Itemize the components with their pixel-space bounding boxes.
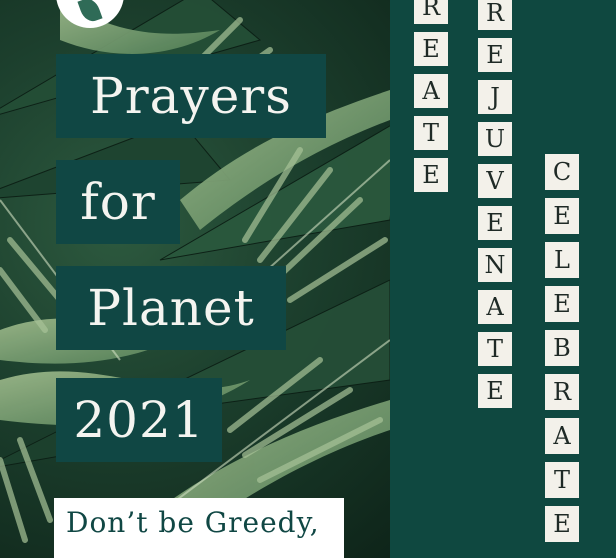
letter-tile: E xyxy=(478,374,512,408)
leaf-icon xyxy=(77,0,103,25)
title-line-prayers: Prayers xyxy=(56,54,326,138)
letter-tile: N xyxy=(478,248,512,282)
column-celebrate: C E L E B R A T E xyxy=(545,154,579,550)
letter-tile: T xyxy=(545,462,579,498)
column-create: R E A T E xyxy=(414,0,448,200)
letter-tile: E xyxy=(478,206,512,240)
letter-tile: E xyxy=(478,38,512,72)
title-line-for: for xyxy=(56,160,180,244)
tagline-next-line-strip xyxy=(54,548,234,552)
letter-tile: L xyxy=(545,242,579,278)
title-line-year: 2021 xyxy=(56,378,222,462)
letter-tile: U xyxy=(478,122,512,156)
letter-tile: A xyxy=(414,74,448,108)
letter-tile: T xyxy=(414,116,448,150)
letter-tile: E xyxy=(545,286,579,322)
letter-tile: E xyxy=(414,32,448,66)
title-line-planet: Planet xyxy=(56,266,286,350)
letter-tile: R xyxy=(414,0,448,24)
letter-tile: R xyxy=(545,374,579,410)
letter-tile: A xyxy=(478,290,512,324)
palm-leaves-photo: Prayers for Planet 2021 Don’t be Greedy, xyxy=(0,0,390,558)
letter-tile: E xyxy=(545,198,579,234)
letter-tile: E xyxy=(414,158,448,192)
letter-tile: C xyxy=(545,154,579,190)
letter-tile: R xyxy=(478,0,512,30)
letter-tile: V xyxy=(478,164,512,198)
letter-tile: J xyxy=(478,80,512,114)
letter-tile: A xyxy=(545,418,579,454)
column-rejuvenate: R E J U V E N A T E xyxy=(478,0,512,416)
letter-tile: E xyxy=(545,506,579,542)
letter-tile: T xyxy=(478,332,512,366)
letter-tile: B xyxy=(545,330,579,366)
